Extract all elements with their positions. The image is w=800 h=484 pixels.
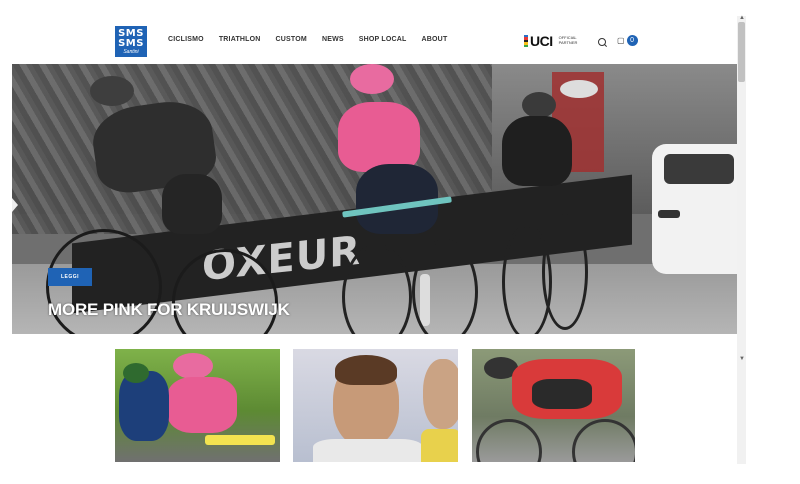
scroll-down-icon[interactable]: ▼: [739, 356, 745, 362]
uci-subtitle: OFFICIAL PARTNER: [558, 35, 578, 46]
thumbnail-gcn-rider[interactable]: [472, 349, 635, 462]
nav-item-shop-local[interactable]: SHOP LOCAL: [359, 36, 407, 43]
scrollbar-thumb[interactable]: [738, 22, 745, 82]
cart-icon: ▢: [617, 36, 625, 45]
nav-item-triathlon[interactable]: TRIATHLON: [219, 36, 261, 43]
cart-count-badge: 0: [626, 35, 638, 46]
hero-sign-logo: [560, 80, 598, 98]
slider-prev-icon[interactable]: [12, 198, 18, 212]
cart-button[interactable]: ▢ 0: [617, 35, 638, 46]
logo-text-bottom: SMS: [118, 38, 144, 49]
scroll-up-icon[interactable]: ▲: [739, 15, 745, 21]
uci-logo-text: UCI: [530, 33, 553, 49]
logo-script: Santini: [123, 49, 139, 55]
main-nav: CICLISMO TRIATHLON CUSTOM NEWS SHOP LOCA…: [168, 36, 462, 43]
search-icon[interactable]: [598, 38, 606, 46]
page-scrollbar[interactable]: ▲ ▼: [737, 15, 746, 464]
thumbnail-riders-portrait[interactable]: [293, 349, 458, 462]
thumbnail-pink-jersey-rider[interactable]: [115, 349, 280, 462]
nav-item-ciclismo[interactable]: CICLISMO: [168, 36, 204, 43]
nav-item-custom[interactable]: CUSTOM: [276, 36, 307, 43]
web-page: SMS SMS Santini CICLISMO TRIATHLON CUSTO…: [0, 0, 740, 484]
uci-subtitle-line2: PARTNER: [558, 40, 578, 45]
uci-rainbow-icon: [524, 35, 528, 47]
nav-item-news[interactable]: NEWS: [322, 36, 344, 43]
uci-partner-badge[interactable]: UCI OFFICIAL PARTNER: [524, 33, 577, 49]
hero-read-button[interactable]: LEGGI: [48, 268, 92, 286]
hero-team-car: [652, 144, 738, 274]
nav-item-about[interactable]: ABOUT: [422, 36, 448, 43]
hero-slider[interactable]: OXEUR: [12, 64, 738, 334]
site-header: SMS SMS Santini CICLISMO TRIATHLON CUSTO…: [12, 20, 738, 64]
brand-logo[interactable]: SMS SMS Santini: [115, 26, 147, 57]
hero-title[interactable]: MORE PINK FOR KRUIJSWIJK: [48, 300, 290, 320]
